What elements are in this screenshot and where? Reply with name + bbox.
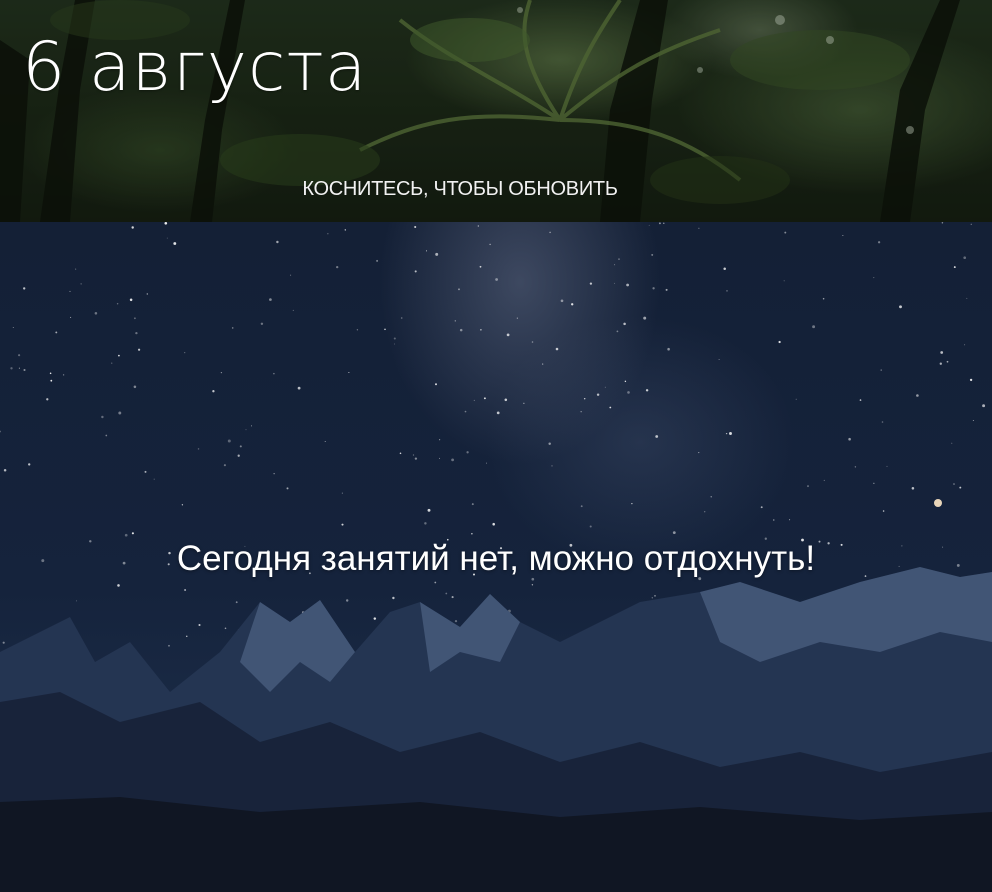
no-classes-message: Сегодня занятий нет, можно отдохнуть! bbox=[176, 539, 816, 578]
schedule-content: Сегодня занятий нет, можно отдохнуть! bbox=[0, 222, 992, 892]
refresh-header[interactable]: 6 августа КОСНИТЕСЬ, ЧТОБЫ ОБНОВИТЬ bbox=[0, 0, 992, 222]
app-root: 6 августа КОСНИТЕСЬ, ЧТОБЫ ОБНОВИТЬ Сего… bbox=[0, 0, 992, 892]
tap-to-refresh-hint[interactable]: КОСНИТЕСЬ, ЧТОБЫ ОБНОВИТЬ bbox=[0, 176, 920, 202]
date-title: 6 августа bbox=[22, 28, 368, 107]
